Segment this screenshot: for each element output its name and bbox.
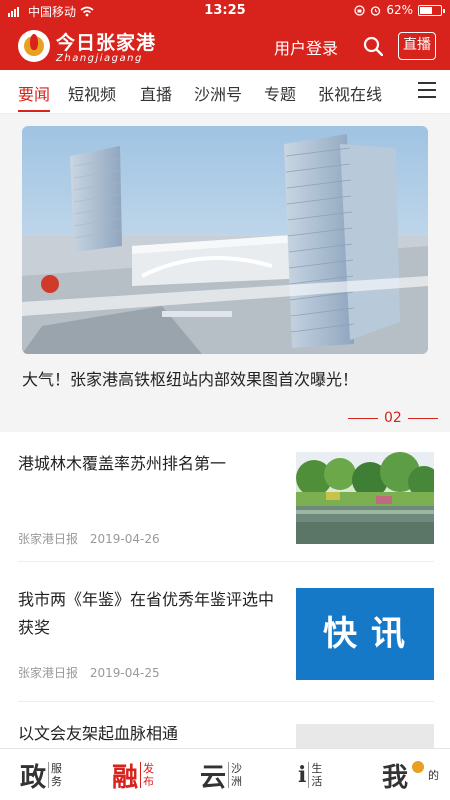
hero-carousel[interactable]: 大气！张家港高铁枢纽站内部效果图首次曝光！ 02 [0,114,450,432]
list-item[interactable]: 我市两《年鉴》在省优秀年鉴评选中获奖 张家港日报 2019-04-25 快讯 [0,562,450,702]
nav-life-label: 生活 [308,762,324,788]
tabs-fade [386,70,412,112]
bottom-nav: 政 服务 融 发布 云 沙洲 i 生活 我 的 [0,748,450,800]
nav-cloud-shazhou[interactable]: 云 沙洲 [200,755,244,795]
active-tab-indicator [18,110,50,112]
nav-me-label: 的 [428,768,440,782]
tab-topics[interactable]: 专题 [264,81,296,105]
news-meta: 张家港日报 2019-04-25 [18,664,160,681]
news-title[interactable]: 港城林木覆盖率苏州排名第一 [18,450,280,478]
status-right: 62% [354,3,445,17]
hero-caption[interactable]: 大气！张家港高铁枢纽站内部效果图首次曝光！ [22,366,358,390]
tab-shazhou[interactable]: 沙洲号 [194,81,242,105]
nav-me-char: 我 [382,762,409,793]
me-badge-icon [412,761,425,773]
kuaixun-thumbnail[interactable]: 快讯 [296,588,434,680]
nav-cloud-char: 云 [200,762,227,793]
news-date: 2019-04-25 [89,666,160,680]
login-link[interactable]: 用户登录 [274,35,338,59]
status-bar: 中国移动 13:25 62% [0,0,450,22]
tab-zhangshi-online[interactable]: 张视在线 [318,81,382,105]
news-meta: 张家港日报 2019-04-26 [18,530,160,547]
battery-icon [418,4,445,16]
news-source: 张家港日报 [18,666,79,680]
tab-short-video[interactable]: 短视频 [68,81,116,105]
menu-icon[interactable] [418,82,436,98]
battery-fill [420,6,433,14]
news-title[interactable]: 以文会友架起血脉相通 [18,720,280,748]
nav-gov-label: 服务 [48,762,64,788]
nav-gov-service[interactable]: 政 服务 [20,755,64,795]
tab-live[interactable]: 直播 [140,81,172,105]
nav-rong-char: 融 [112,762,139,793]
news-thumbnail[interactable] [296,724,434,748]
app-header: 今日张家港 Zhangjiagang 用户登录 直播 [0,22,450,70]
nav-rong-label: 发布 [140,762,156,788]
brand-name-en: Zhangjiagang [56,53,143,64]
alarm-icon [371,5,381,16]
logo-icon[interactable] [18,30,50,62]
nav-cloud-label: 沙洲 [228,762,244,788]
rotation-lock-icon [354,4,365,16]
tab-news[interactable]: 要闻 [18,81,50,105]
list-item[interactable]: 以文会友架起血脉相通 [0,702,450,748]
news-source: 张家港日报 [18,532,79,546]
news-date: 2019-04-26 [89,532,160,546]
carousel-page-number: 02 [384,410,402,426]
brand[interactable]: 今日张家港 Zhangjiagang [56,28,156,64]
news-title[interactable]: 我市两《年鉴》在省优秀年鉴评选中获奖 [18,586,280,642]
live-button[interactable]: 直播 [398,32,436,60]
nav-rong-publish[interactable]: 融 发布 [112,755,156,795]
nav-life-icon: i [298,762,307,788]
hero-image[interactable] [22,126,428,354]
battery-percent: 62% [386,3,413,17]
search-icon[interactable] [363,36,383,56]
nav-life[interactable]: i 生活 [298,755,324,795]
list-item[interactable]: 港城林木覆盖率苏州排名第一 张家港日报 2019-04-26 [0,432,450,562]
carousel-pager: 02 [348,410,438,426]
brand-name: 今日张家港 [56,32,157,54]
news-thumbnail[interactable] [296,452,434,544]
nav-me[interactable]: 我 的 [382,755,440,795]
channel-tabs: 要闻 短视频 直播 沙洲号 专题 张视在线 [0,70,450,114]
nav-gov-char: 政 [20,762,47,793]
